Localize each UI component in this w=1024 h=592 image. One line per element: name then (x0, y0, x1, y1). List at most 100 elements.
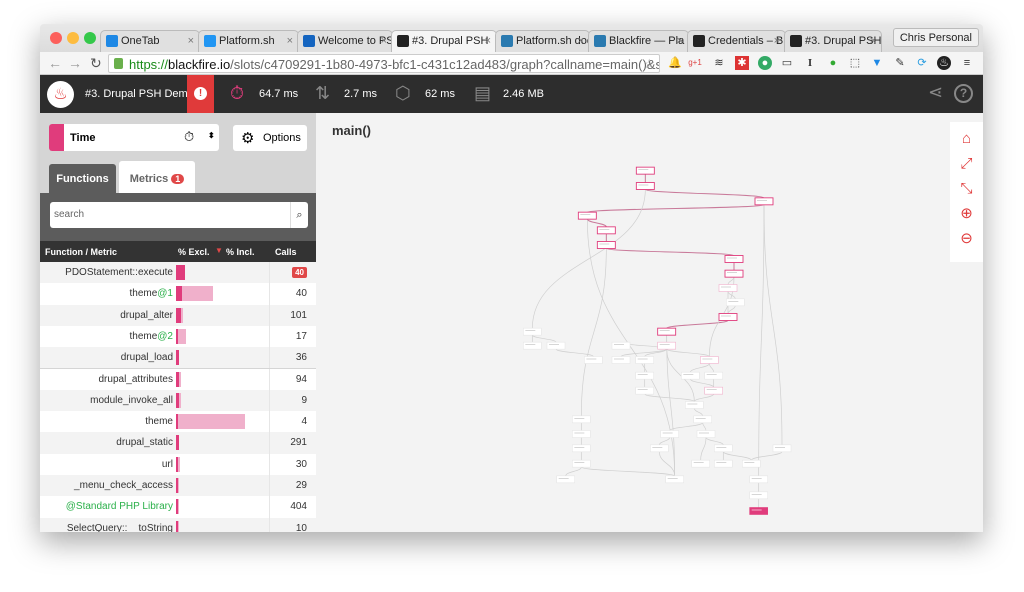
buffer-icon[interactable]: ≋ (712, 56, 726, 70)
graph-node[interactable] (572, 415, 591, 424)
menu-icon[interactable]: ≡ (960, 56, 974, 70)
close-tab-icon[interactable]: × (188, 35, 194, 47)
tab-functions[interactable]: Functions (49, 164, 116, 193)
graph-node[interactable] (681, 371, 700, 380)
graph-node[interactable] (700, 356, 719, 364)
graph-node[interactable] (635, 356, 654, 364)
table-row[interactable]: theme@1 40 (40, 283, 316, 305)
minimize-window-button[interactable] (67, 32, 79, 44)
instapaper-icon[interactable]: I (803, 56, 817, 70)
graph-node[interactable] (523, 341, 542, 350)
browser-tab[interactable]: Blackfire — Pla × (588, 30, 689, 52)
graph-node[interactable] (660, 430, 679, 438)
graph-node[interactable] (714, 444, 733, 453)
forward-button[interactable]: → (68, 55, 82, 71)
browser-tab[interactable]: #3. Drupal PSH × (784, 30, 882, 52)
graph-node[interactable] (523, 327, 542, 336)
graph-node[interactable] (726, 298, 745, 307)
table-row[interactable]: drupal_attributes 94 (40, 368, 316, 390)
graph-node[interactable] (657, 327, 677, 336)
graph-node[interactable] (635, 371, 654, 380)
bookmark-star-icon[interactable]: ☆ (643, 56, 655, 72)
google-plus-icon[interactable]: g+1 (688, 56, 702, 70)
graph-node[interactable] (742, 459, 761, 468)
table-row[interactable]: PDOStatement::execute 40 (40, 262, 316, 284)
browser-tab[interactable]: Credentials – B × (687, 30, 786, 52)
graph-node[interactable] (749, 475, 768, 484)
table-row[interactable]: theme@2 17 (40, 325, 316, 348)
zoom-in-icon[interactable]: ⊕ (958, 205, 975, 222)
graph-node[interactable] (696, 430, 716, 438)
blackfire-extension-icon[interactable]: ♨ (937, 56, 951, 70)
column-function[interactable]: Function / Metric (45, 247, 117, 257)
onetab-icon[interactable]: ▼ (870, 56, 884, 70)
table-row[interactable]: drupal_load 36 (40, 347, 316, 369)
graph-node[interactable] (635, 386, 654, 395)
table-row[interactable]: @Standard PHP Library 404 (40, 496, 316, 518)
column-calls[interactable]: Calls (275, 247, 297, 257)
browser-tab[interactable]: #3. Drupal PSH × (391, 30, 497, 52)
close-window-button[interactable] (50, 32, 62, 44)
graph-node[interactable] (596, 241, 616, 249)
graph-node[interactable] (635, 182, 655, 190)
zoom-out-icon[interactable]: ⊖ (958, 230, 975, 247)
graph-node[interactable] (693, 415, 712, 424)
graph-node[interactable] (572, 459, 591, 468)
graph-node[interactable] (704, 371, 723, 380)
browser-tab[interactable]: Platform.sh doc × (495, 30, 590, 52)
address-bar[interactable]: https://blackfire.io/slots/c4709291-1b80… (108, 54, 660, 73)
graph-node[interactable] (724, 269, 744, 278)
close-tab-icon[interactable]: × (774, 35, 780, 47)
table-row[interactable]: drupal_static 291 (40, 432, 316, 454)
dimension-select[interactable]: Time ⏱ ⬍ (49, 124, 219, 151)
graph-node[interactable] (556, 475, 575, 484)
graph-node[interactable] (704, 386, 723, 395)
reload-button[interactable]: ↻ (90, 55, 102, 72)
share-icon[interactable]: ⋖ (928, 82, 943, 103)
search-icon[interactable]: ⌕ (290, 202, 308, 228)
graph-canvas[interactable] (316, 113, 983, 532)
call-graph[interactable]: main() ⌂ ⤢ ⤡ ⊕ ⊖ (316, 113, 983, 532)
browser-tab[interactable]: Welcome to PSH× (297, 30, 393, 52)
search-input[interactable]: search ⌕ (50, 202, 308, 228)
table-row[interactable]: module_invoke_all 9 (40, 389, 316, 412)
table-row[interactable]: theme 4 (40, 411, 316, 433)
evernote-icon[interactable]: ✎ (893, 56, 907, 70)
close-tab-icon[interactable]: × (578, 35, 584, 47)
table-row[interactable]: url 30 (40, 453, 316, 475)
close-tab-icon[interactable]: × (870, 35, 876, 47)
table-row[interactable]: SelectQuery::__toString 10 (40, 517, 316, 532)
recommendations-alert-button[interactable]: ! (187, 75, 214, 113)
graph-node[interactable] (611, 356, 631, 364)
help-icon[interactable]: ? (954, 84, 973, 103)
graph-node[interactable] (546, 341, 566, 350)
table-row[interactable]: _menu_check_access 29 (40, 475, 316, 497)
graph-node[interactable] (650, 444, 669, 453)
graph-node[interactable] (596, 226, 616, 235)
tab-metrics[interactable]: Metrics 1 (119, 161, 195, 193)
cast-icon[interactable]: ▭ (780, 56, 794, 70)
profile-button[interactable]: Chris Personal (892, 28, 979, 47)
graph-node[interactable] (635, 166, 655, 175)
graph-node[interactable] (611, 341, 631, 350)
table-row[interactable]: drupal_alter 101 (40, 304, 316, 326)
close-tab-icon[interactable]: × (677, 35, 683, 47)
graph-node[interactable] (577, 211, 597, 220)
graph-node[interactable] (772, 444, 792, 453)
graph-node[interactable] (749, 507, 768, 515)
lastpass-icon[interactable]: ✱ (735, 56, 749, 70)
graph-node[interactable] (572, 430, 591, 438)
graph-node[interactable] (724, 255, 744, 263)
column-excl[interactable]: % Excl. (178, 247, 210, 257)
graph-node[interactable] (665, 475, 684, 484)
expand-icon[interactable]: ⤢ (958, 155, 975, 172)
maximize-window-button[interactable] (84, 32, 96, 44)
back-button[interactable]: ← (48, 55, 62, 71)
graph-node[interactable] (718, 284, 738, 292)
graph-node[interactable] (584, 356, 603, 364)
options-button[interactable]: ⚙ Options (233, 125, 307, 151)
graph-node[interactable] (718, 313, 738, 321)
notification-bell-icon[interactable]: 🔔 (668, 56, 682, 70)
column-incl[interactable]: % Incl. (226, 247, 255, 257)
home-icon[interactable]: ⌂ (958, 130, 975, 147)
